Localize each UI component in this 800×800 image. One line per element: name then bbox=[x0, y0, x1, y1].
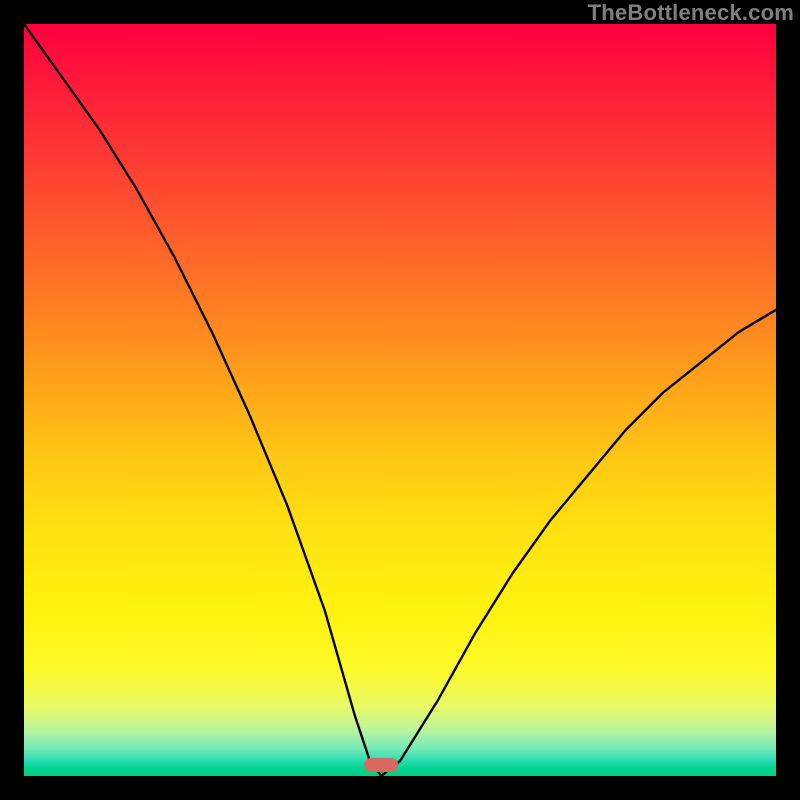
bottleneck-curve bbox=[24, 24, 776, 776]
watermark-text: TheBottleneck.com bbox=[588, 0, 794, 26]
chart-frame: TheBottleneck.com bbox=[0, 0, 800, 800]
optimal-point-marker bbox=[364, 758, 398, 772]
plot-area bbox=[24, 24, 776, 776]
